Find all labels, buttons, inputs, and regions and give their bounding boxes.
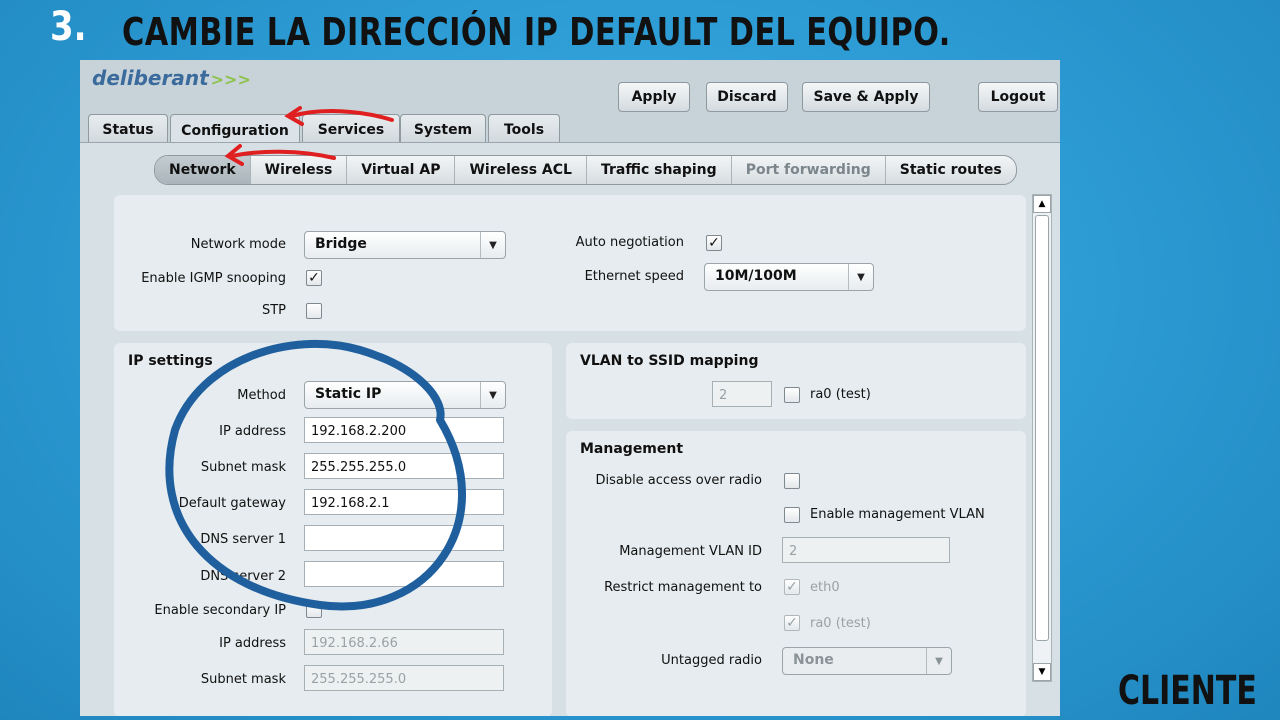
network-mode-label: Network mode [190,237,286,252]
footer-label: Cliente [1118,668,1257,714]
tab-tools[interactable]: Tools [488,114,560,145]
subtab-virtual-ap[interactable]: Virtual AP [347,156,456,184]
dns-server-1-input[interactable] [304,525,504,551]
ssid-checkbox[interactable] [784,387,800,403]
subtab-bar: Network Wireless Virtual AP Wireless ACL… [154,155,1017,185]
brand-chevrons-icon: >>> [210,70,251,89]
vlan-id-input: 2 [712,381,772,407]
subtab-network[interactable]: Network [155,156,251,184]
ethernet-speed-value: 10M/100M [715,268,797,284]
vlan-ssid-box: VLAN to SSID mapping 2 ra0 (test) [566,343,1026,419]
igmp-checkbox[interactable]: ✓ [306,270,322,286]
vertical-scrollbar[interactable]: ▲ ▼ [1032,194,1052,682]
subtab-port-forwarding: Port forwarding [732,156,886,184]
management-vlan-id-label: Management VLAN ID [619,544,762,559]
restrict-ra0-label: ra0 (test) [810,616,871,631]
auto-negotiation-label: Auto negotiation [575,235,684,250]
default-gateway-label: Default gateway [178,496,286,511]
restrict-eth0-checkbox: ✓ [784,579,800,595]
untagged-radio-label: Untagged radio [661,653,762,668]
general-settings-box: Network mode Bridge ▼ Enable IGMP snoopi… [114,195,1026,331]
ethernet-speed-select[interactable]: 10M/100M ▼ [704,263,874,291]
subnet-mask-label: Subnet mask [200,460,286,475]
subtab-wireless[interactable]: Wireless [251,156,348,184]
save-apply-button[interactable]: Save & Apply [802,82,930,112]
secondary-subnet-mask-input: 255.255.255.0 [304,665,504,691]
untagged-radio-select: None ▼ [782,647,952,675]
chevron-down-icon: ▼ [848,264,873,290]
chevron-down-icon: ▼ [480,232,505,258]
default-gateway-input[interactable]: 192.168.2.1 [304,489,504,515]
logout-button[interactable]: Logout [978,82,1058,112]
chevron-down-icon: ▼ [926,648,951,674]
ip-address-input[interactable]: 192.168.2.200 [304,417,504,443]
subtab-wireless-acl[interactable]: Wireless ACL [455,156,587,184]
auto-negotiation-checkbox[interactable]: ✓ [706,235,722,251]
dns-server-1-label: DNS server 1 [200,532,286,547]
configuration-panel: Network Wireless Virtual AP Wireless ACL… [80,142,1060,716]
secondary-subnet-mask-label: Subnet mask [200,672,286,687]
management-title: Management [580,441,684,457]
management-vlan-id-input: 2 [782,537,950,563]
network-mode-select[interactable]: Bridge ▼ [304,231,506,259]
apply-button[interactable]: Apply [618,82,690,112]
tab-services[interactable]: Services [302,114,400,145]
scroll-thumb[interactable] [1035,215,1049,641]
brand-name: deliberant [92,66,209,90]
vlan-ssid-title: VLAN to SSID mapping [580,353,759,369]
restrict-management-label: Restrict management to [604,580,762,595]
scroll-down-icon[interactable]: ▼ [1033,663,1051,681]
stp-label: STP [261,303,286,318]
tab-system[interactable]: System [400,114,486,145]
network-mode-value: Bridge [315,236,367,252]
method-select[interactable]: Static IP ▼ [304,381,506,409]
ip-address-label: IP address [219,424,286,439]
discard-button[interactable]: Discard [706,82,788,112]
stp-checkbox[interactable] [306,303,322,319]
enable-management-vlan-checkbox[interactable] [784,507,800,523]
ip-settings-box: IP settings Method Static IP ▼ IP addres… [114,343,552,716]
dns-server-2-label: DNS server 2 [200,569,286,584]
restrict-ra0-checkbox: ✓ [784,615,800,631]
chevron-down-icon: ▼ [480,382,505,408]
enable-secondary-ip-checkbox[interactable] [306,602,322,618]
management-box: Management Disable access over radio Ena… [566,431,1026,716]
scroll-up-icon[interactable]: ▲ [1033,195,1051,213]
restrict-eth0-label: eth0 [810,580,840,595]
enable-secondary-ip-label: Enable secondary IP [154,603,286,618]
step-number: 3. [50,4,87,50]
step-title: Cambie la dirección IP default del equip… [122,10,951,54]
igmp-label: Enable IGMP snooping [141,271,286,286]
disable-radio-access-label: Disable access over radio [595,473,762,488]
tab-status[interactable]: Status [88,114,168,145]
router-config-window: deliberant >>> Apply Discard Save & Apply… [80,60,1060,716]
ethernet-speed-label: Ethernet speed [584,269,684,284]
secondary-ip-address-input: 192.168.2.66 [304,629,504,655]
ip-settings-title: IP settings [128,353,213,369]
dns-server-2-input[interactable] [304,561,504,587]
disable-radio-access-checkbox[interactable] [784,473,800,489]
untagged-radio-value: None [793,652,834,668]
method-label: Method [237,388,286,403]
secondary-ip-address-label: IP address [219,636,286,651]
subtab-static-routes[interactable]: Static routes [886,156,1016,184]
ssid-label: ra0 (test) [810,387,871,402]
subtab-traffic-shaping[interactable]: Traffic shaping [587,156,732,184]
brand-logo: deliberant >>> [92,66,251,90]
enable-management-vlan-label: Enable management VLAN [810,507,985,522]
subnet-mask-input[interactable]: 255.255.255.0 [304,453,504,479]
method-value: Static IP [315,386,382,402]
